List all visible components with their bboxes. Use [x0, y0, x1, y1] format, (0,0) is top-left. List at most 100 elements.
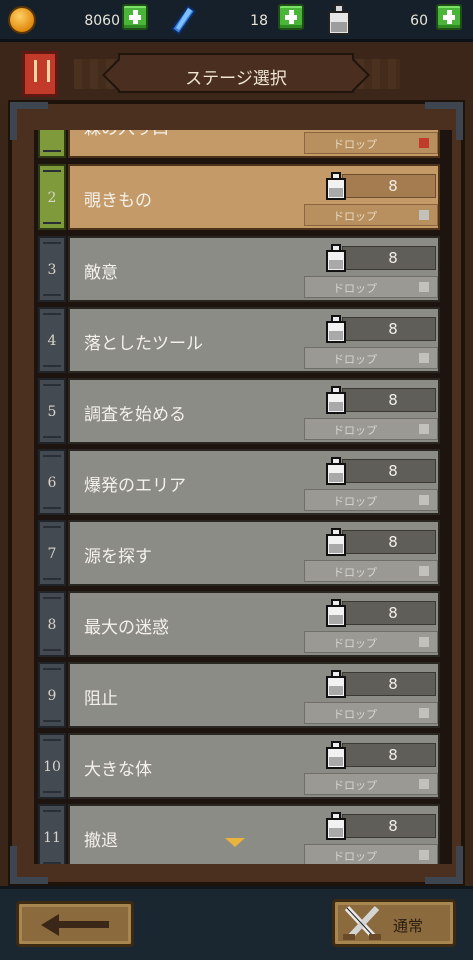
cost-box: 8 — [342, 601, 436, 625]
drop-button[interactable]: ドロップ — [304, 560, 438, 582]
potion-icon — [326, 386, 346, 414]
stage-number-badge: 5 — [38, 378, 66, 444]
add-gems-button[interactable] — [278, 4, 304, 30]
game-screen: { "resources": { "coins": "8060", "gems"… — [0, 0, 473, 960]
drop-button[interactable]: ドロップ — [304, 276, 438, 298]
drop-arrow-icon — [419, 566, 429, 576]
drop-button[interactable]: ドロップ — [304, 132, 438, 154]
stage-row-9[interactable]: 9 阻止 8 ドロップ — [38, 662, 440, 728]
stage-card[interactable]: 調査を始める 8 ドロップ — [68, 378, 440, 444]
potion-icon — [326, 812, 346, 840]
drop-arrow-icon — [419, 708, 429, 718]
header: ステージ選択 — [0, 45, 473, 103]
stage-list-frame: 1 森の入り口 ドロップ 2 覗きもの 8 ドロップ 3 — [8, 100, 465, 886]
cost-box: 8 — [342, 459, 436, 483]
drop-arrow-icon — [419, 353, 429, 363]
stage-card[interactable]: 落としたツール 8 ドロップ — [68, 307, 440, 373]
potion-icon — [326, 244, 346, 272]
stage-name: 覗きもの — [84, 191, 152, 211]
cost-box: 8 — [342, 672, 436, 696]
back-button[interactable] — [16, 901, 134, 947]
mode-button[interactable]: 通常 — [332, 899, 456, 947]
cost-box: 8 — [342, 174, 436, 198]
title-plate: ステージ選択 — [118, 53, 354, 93]
add-potions-button[interactable] — [436, 4, 462, 30]
stage-cost: 8 — [388, 604, 398, 622]
stage-cost: 8 — [388, 817, 398, 835]
drop-button[interactable]: ドロップ — [304, 418, 438, 440]
drop-button[interactable]: ドロップ — [304, 844, 438, 864]
drop-arrow-icon — [419, 424, 429, 434]
stage-number-badge: 6 — [38, 449, 66, 515]
drop-button[interactable]: ドロップ — [304, 204, 438, 226]
stage-row-8[interactable]: 8 最大の迷惑 8 ドロップ — [38, 591, 440, 657]
stage-card[interactable]: 源を探す 8 ドロップ — [68, 520, 440, 586]
stage-list[interactable]: 1 森の入り口 ドロップ 2 覗きもの 8 ドロップ 3 — [34, 130, 452, 864]
stage-row-7[interactable]: 7 源を探す 8 ドロップ — [38, 520, 440, 586]
stage-name: 爆発のエリア — [84, 476, 186, 496]
drop-arrow-icon — [419, 779, 429, 789]
stage-card[interactable]: 敵意 8 ドロップ — [68, 236, 440, 302]
stage-card[interactable]: 阻止 8 ドロップ — [68, 662, 440, 728]
drop-button[interactable]: ドロップ — [304, 773, 438, 795]
resource-bar: 8060 18 60 — [0, 0, 473, 42]
stage-number-badge: 11 — [38, 804, 66, 864]
stage-row-2[interactable]: 2 覗きもの 8 ドロップ — [38, 164, 440, 230]
drop-arrow-icon — [419, 495, 429, 505]
drop-button[interactable]: ドロップ — [304, 489, 438, 511]
scroll-down-arrow-icon[interactable] — [225, 838, 245, 847]
drop-button[interactable]: ドロップ — [304, 702, 438, 724]
stage-cost: 8 — [388, 746, 398, 764]
potion-icon — [326, 457, 346, 485]
stage-number-badge: 7 — [38, 520, 66, 586]
stage-cost: 8 — [388, 462, 398, 480]
potion-icon — [328, 4, 350, 35]
drop-arrow-icon — [419, 850, 429, 860]
cost-box: 8 — [342, 317, 436, 341]
coin-counter: 8060 — [40, 5, 120, 37]
potion-icon — [326, 172, 346, 200]
coin-icon — [8, 6, 36, 34]
chapter-banner-icon[interactable] — [22, 51, 58, 97]
stage-name: 阻止 — [84, 689, 118, 709]
stage-card[interactable]: 爆発のエリア 8 ドロップ — [68, 449, 440, 515]
stage-row-4[interactable]: 4 落としたツール 8 ドロップ — [38, 307, 440, 373]
stage-card[interactable]: 大きな体 8 ドロップ — [68, 733, 440, 799]
stage-card[interactable]: 撤退 8 ドロップ — [68, 804, 440, 864]
drop-button[interactable]: ドロップ — [304, 631, 438, 653]
stage-row-5[interactable]: 5 調査を始める 8 ドロップ — [38, 378, 440, 444]
coin-count: 8060 — [84, 13, 120, 29]
stage-number-badge: 8 — [38, 591, 66, 657]
cost-box: 8 — [342, 743, 436, 767]
stage-name: 調査を始める — [84, 405, 186, 425]
drop-button[interactable]: ドロップ — [304, 347, 438, 369]
stage-number-badge: 3 — [38, 236, 66, 302]
stage-cost: 8 — [388, 533, 398, 551]
crossed-swords-icon — [343, 905, 381, 941]
stage-row-11[interactable]: 11 撤退 8 ドロップ — [38, 804, 440, 864]
stage-row-6[interactable]: 6 爆発のエリア 8 ドロップ — [38, 449, 440, 515]
stage-card[interactable]: 森の入り口 ドロップ — [68, 130, 440, 158]
stage-name: 森の入り口 — [84, 130, 169, 139]
stage-row-1[interactable]: 1 森の入り口 ドロップ — [38, 130, 440, 158]
gem-icon — [170, 5, 196, 35]
potion-icon — [326, 599, 346, 627]
potion-count: 60 — [410, 13, 428, 29]
potion-icon — [326, 741, 346, 769]
stage-name: 敵意 — [84, 263, 118, 283]
page-title: ステージ選択 — [185, 69, 287, 89]
cost-box: 8 — [342, 530, 436, 554]
stage-row-10[interactable]: 10 大きな体 8 ドロップ — [38, 733, 440, 799]
stage-row-3[interactable]: 3 敵意 8 ドロップ — [38, 236, 440, 302]
stage-number-badge: 2 — [38, 164, 66, 230]
stage-card[interactable]: 最大の迷惑 8 ドロップ — [68, 591, 440, 657]
stage-cost: 8 — [388, 177, 398, 195]
stage-card[interactable]: 覗きもの 8 ドロップ — [68, 164, 440, 230]
stage-name: 落としたツール — [84, 334, 203, 354]
stage-cost: 8 — [388, 391, 398, 409]
cost-box: 8 — [342, 246, 436, 270]
add-coins-button[interactable] — [122, 4, 148, 30]
stage-name: 源を探す — [84, 547, 152, 567]
gem-count: 18 — [250, 13, 268, 29]
drop-arrow-icon — [419, 282, 429, 292]
